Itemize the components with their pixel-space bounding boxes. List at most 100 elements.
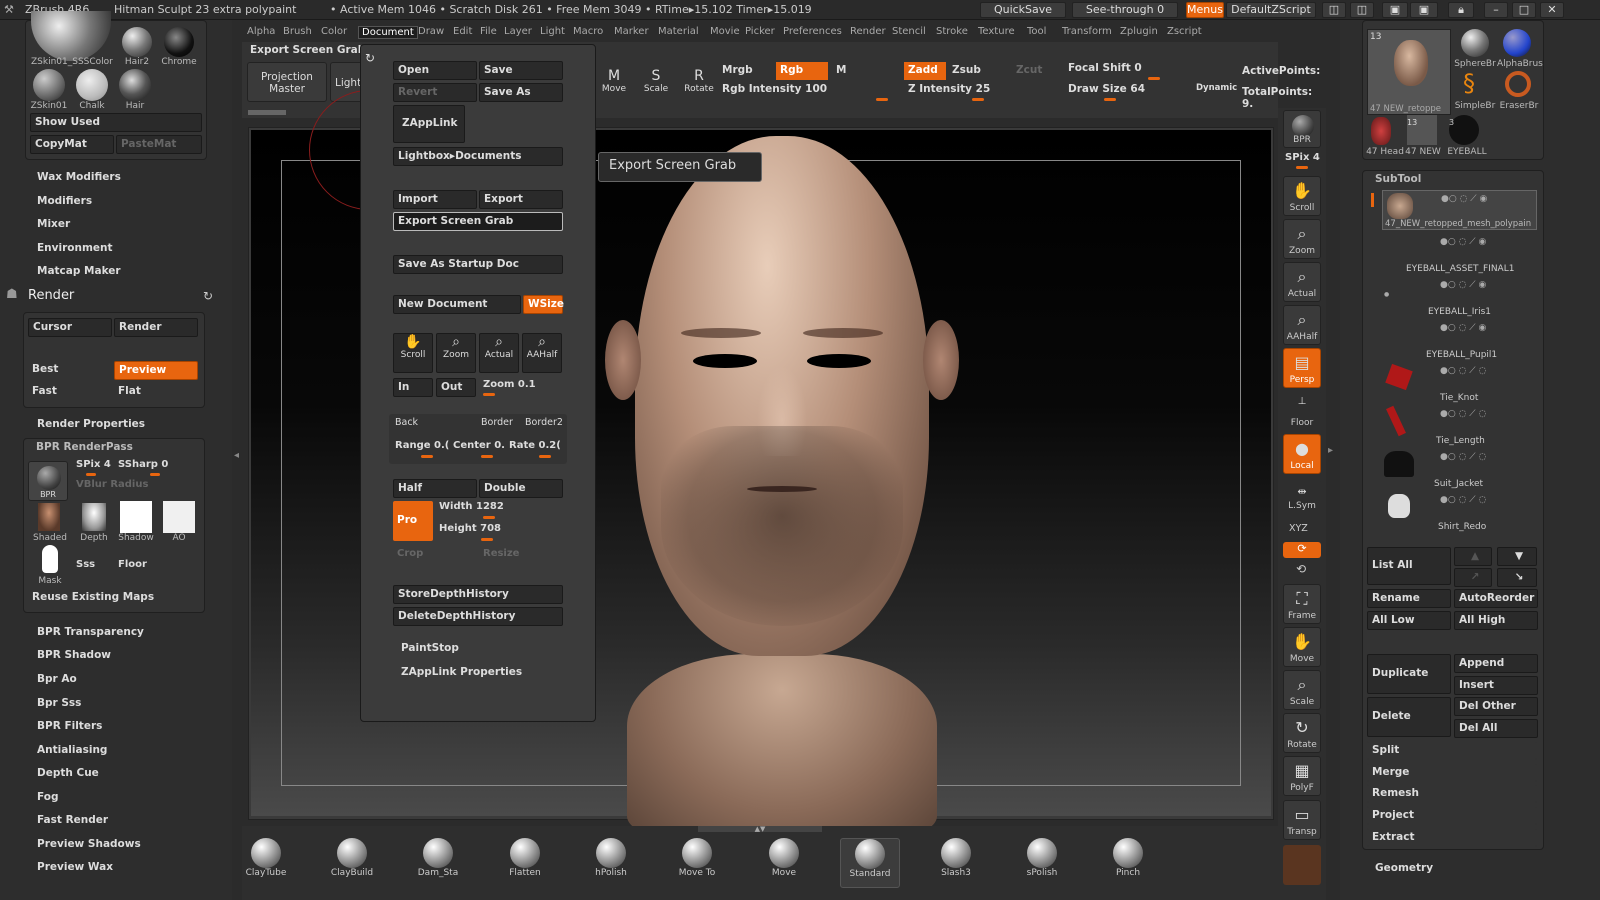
mask-pass-thumb[interactable] [42,545,58,573]
paintstop-item[interactable]: PaintStop [401,642,459,654]
move-down-arrow-icon[interactable]: ▼ [1497,547,1537,566]
crop-button[interactable]: Crop [397,548,423,559]
menu-document[interactable]: Document [358,26,418,39]
window-layout-icon[interactable]: ▣ [1382,2,1408,18]
geometry-item[interactable]: Geometry [1375,862,1433,874]
del-all-button[interactable]: Del All [1454,719,1538,738]
matcap-maker-item[interactable]: Matcap Maker [37,265,121,277]
range-slider[interactable]: Range 0.( [395,440,449,451]
zoom-in-button[interactable]: In [393,378,433,397]
dynamic-button[interactable]: Dynamic [1196,83,1237,93]
window-layout2-icon[interactable]: ▣ [1410,2,1438,18]
ghost-button[interactable] [1283,845,1321,885]
preview-shadows-item[interactable]: Preview Shadows [37,838,141,850]
menu-layer[interactable]: Layer [504,26,532,37]
vblur-radius-slider[interactable]: VBlur Radius [76,479,148,490]
menu-marker[interactable]: Marker [614,26,649,37]
depth-pass-thumb[interactable] [82,503,106,531]
move-up-right-icon[interactable]: ↗ [1454,568,1492,587]
bpr-ao-item[interactable]: Bpr Ao [37,673,77,685]
split-item[interactable]: Split [1367,741,1537,760]
zoom-out-button[interactable]: Out [436,378,476,397]
refresh-icon[interactable]: ↻ [203,289,213,303]
menus-button[interactable]: Menus [1186,2,1224,18]
show-used-button[interactable]: Show Used [30,113,202,132]
revert-button[interactable]: Revert [393,83,477,102]
material-chrome[interactable] [164,27,194,57]
spix-slider[interactable]: SPix 4 [1285,152,1320,163]
transp-button[interactable]: ▭ Transp [1283,800,1321,840]
border2-color-swatch[interactable]: Border2 [525,417,563,428]
width-slider[interactable]: Width 1282 [439,501,504,512]
scale-view-button[interactable]: ⌕ Scale [1283,670,1321,710]
current-tool-thumb[interactable]: 13 47 NEW_retoppe [1367,29,1451,115]
open-button[interactable]: Open [393,61,477,80]
preview-wax-item[interactable]: Preview Wax [37,861,113,873]
bpr-shadow-item[interactable]: BPR Shadow [37,649,111,661]
minimize-icon[interactable]: – [1484,2,1508,18]
bpr-renderpass-title[interactable]: BPR RenderPass [36,441,133,453]
move-view-button[interactable]: ✋ Move [1283,627,1321,667]
export-button[interactable]: Export [479,190,563,209]
doc-actual-button[interactable]: ⌕ Actual [479,333,519,373]
frame-button[interactable]: ⛶ Frame [1283,584,1321,624]
best-button[interactable]: Best [32,363,58,375]
resize-button[interactable]: Resize [483,548,519,559]
menu-zscript[interactable]: Zscript [1167,26,1202,37]
subtool-scroll-indicator[interactable] [1371,193,1374,207]
brush-move-topological[interactable]: Move To [667,838,727,888]
subtool-title[interactable]: SubTool [1375,173,1421,185]
focal-shift-slider[interactable]: Focal Shift 0 [1068,62,1142,74]
delete-depth-history-button[interactable]: DeleteDepthHistory [393,607,563,626]
menu-texture[interactable]: Texture [978,26,1015,37]
menu-material[interactable]: Material [658,26,699,37]
material-chalk[interactable] [76,69,108,101]
fast-render-item[interactable]: Fast Render [37,814,108,826]
wsize-button[interactable]: WSize [523,295,564,314]
antialiasing-item[interactable]: Antialiasing [37,744,107,756]
list-all-button[interactable]: List All [1367,547,1451,585]
all-high-button[interactable]: All High [1454,611,1538,630]
extract-item[interactable]: Extract [1367,828,1537,847]
insert-button[interactable]: Insert [1454,676,1538,695]
lock-icon[interactable]: 🔒︎ [1448,2,1474,18]
menu-draw[interactable]: Draw [418,26,444,37]
subtool-toggles[interactable]: ●○ ◌ ⟋ ◉ [1441,194,1487,204]
subtool-row[interactable]: ●○ ◌ ⟋ ◉ EYEBALL_ASSET_FINAL1 [1382,234,1537,274]
fog-item[interactable]: Fog [37,791,58,803]
maximize-icon[interactable]: □ [1512,2,1536,18]
default-zscript-button[interactable]: DefaultZScript [1226,2,1316,18]
wax-modifiers-item[interactable]: Wax Modifiers [37,171,121,183]
rotate-view-button[interactable]: ↻ Rotate [1283,713,1321,753]
bpr-filters-item[interactable]: BPR Filters [37,720,102,732]
material-hair[interactable] [119,69,151,101]
brush-claybuildup[interactable]: ClayBuild [322,838,382,888]
zapplink-properties-item[interactable]: ZAppLink Properties [401,666,522,678]
quicksave-button[interactable]: QuickSave [980,2,1066,18]
move-tool-button[interactable]: M Move [598,68,630,94]
cursor-button[interactable]: Cursor [28,318,112,337]
brush-pinch[interactable]: Pinch [1098,838,1158,888]
bpr-transparency-item[interactable]: BPR Transparency [37,626,144,638]
subtool-toggles[interactable]: ●○ ◌ ⟋ ◉ [1440,280,1486,290]
spix-slider[interactable]: SPix 4 [76,459,111,470]
layout-left-icon[interactable]: ◫ [1322,2,1346,18]
flat-button[interactable]: Flat [118,385,141,397]
subtool-row[interactable]: ●○ ◌ ⟋ ◌ Shirt_Redo [1382,492,1537,532]
project-item[interactable]: Project [1367,806,1537,825]
move-up-arrow-icon[interactable]: ▲ [1454,547,1492,566]
persp-button[interactable]: ▤ Persp [1283,348,1321,388]
sphere-brush-thumb[interactable] [1461,29,1489,57]
doc-zoom-button[interactable]: ⌕ Zoom [436,333,476,373]
new-document-button[interactable]: New Document [393,295,521,314]
menu-file[interactable]: File [480,26,497,37]
height-slider[interactable]: Height 708 [439,523,501,534]
material-skin-sss[interactable] [31,11,111,61]
brush-flatten[interactable]: Flatten [495,838,555,888]
polyf-button[interactable]: ▦ PolyF [1283,756,1321,796]
zapplink-button[interactable]: ZAppLink [393,105,465,143]
rgb-button[interactable]: Rgb [776,62,828,80]
menu-alpha[interactable]: Alpha [247,26,275,37]
menu-tool[interactable]: Tool [1027,26,1046,37]
zsub-button[interactable]: Zsub [952,64,981,76]
